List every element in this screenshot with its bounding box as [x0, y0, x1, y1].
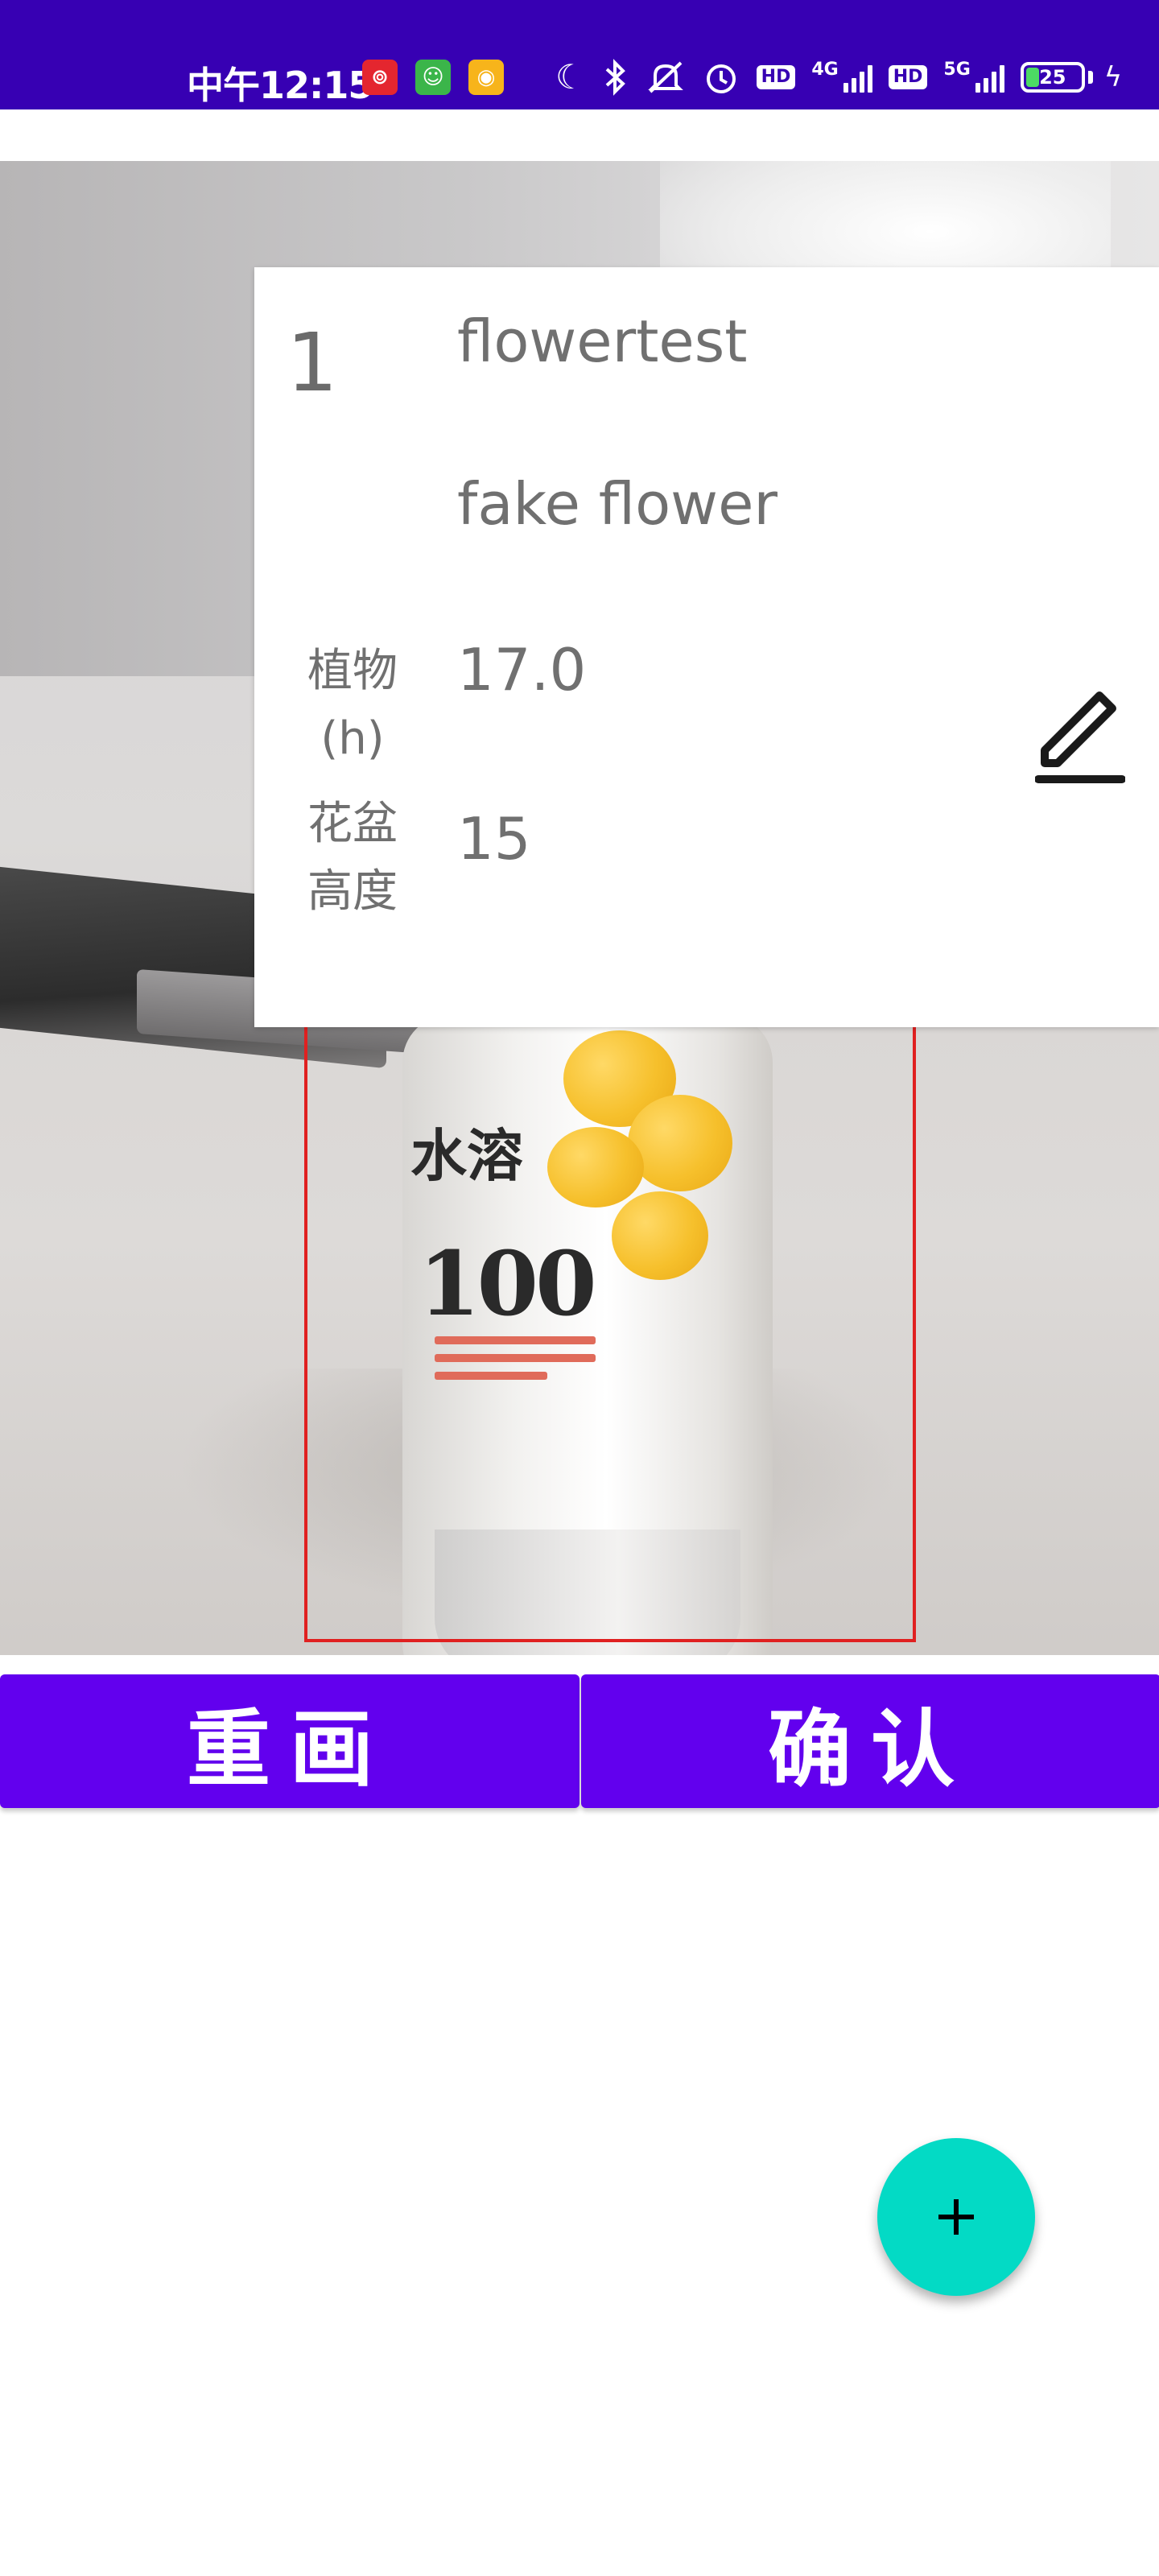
plant-index: 1 — [287, 316, 338, 410]
battery-icon: 25 — [1020, 62, 1085, 93]
alarm-icon — [706, 64, 736, 93]
battery-fill — [1025, 68, 1040, 87]
add-fab-button[interactable] — [877, 2138, 1035, 2296]
status-bar: 中午12:15 ⊚ ☺ ◉ ☾ HD 4G HD 5G 25 ϟ — [0, 0, 1159, 109]
signal-4g-icon — [843, 62, 872, 93]
moon-icon: ☾ — [555, 57, 586, 97]
plant-info-card[interactable]: 1 flowertest fake flower 植物(h) 17.0 花盆高度… — [254, 267, 1159, 1027]
status-time: 中午12:15 — [187, 64, 373, 107]
mute-icon — [647, 61, 683, 93]
hd-badge-2: HD — [888, 65, 928, 89]
plant-name: flowertest — [457, 308, 748, 375]
plant-species: fake flower — [457, 470, 777, 538]
network-4g-label: 4G — [811, 59, 839, 80]
wechat-mini-icon: ☺ — [415, 60, 451, 95]
toolbar-strip — [0, 109, 1159, 161]
confirm-button[interactable]: 确认 — [581, 1674, 1159, 1808]
status-system-icons: ☾ HD 4G HD 5G 25 ϟ — [555, 56, 1122, 98]
hd-badge: HD — [756, 65, 796, 89]
edit-icon[interactable] — [1035, 670, 1125, 789]
plant-height-value: 17.0 — [457, 636, 587, 704]
weibo-icon: ◉ — [468, 60, 504, 95]
battery-tip — [1087, 71, 1093, 84]
netease-music-icon: ⊚ — [362, 60, 398, 95]
status-app-icons: ⊚ ☺ ◉ — [362, 60, 504, 95]
redraw-button[interactable]: 重画 — [0, 1674, 580, 1808]
battery-level: 25 — [1039, 66, 1066, 89]
network-5g-label: 5G — [943, 59, 971, 80]
bluetooth-icon — [605, 59, 625, 96]
pot-height-value: 15 — [457, 805, 531, 873]
plant-height-label: 植物(h) — [307, 645, 398, 765]
charging-icon: ϟ — [1103, 61, 1123, 93]
pot-height-label: 花盆高度 — [307, 798, 398, 918]
plus-icon — [938, 2199, 974, 2235]
signal-5g-icon — [975, 62, 1004, 93]
